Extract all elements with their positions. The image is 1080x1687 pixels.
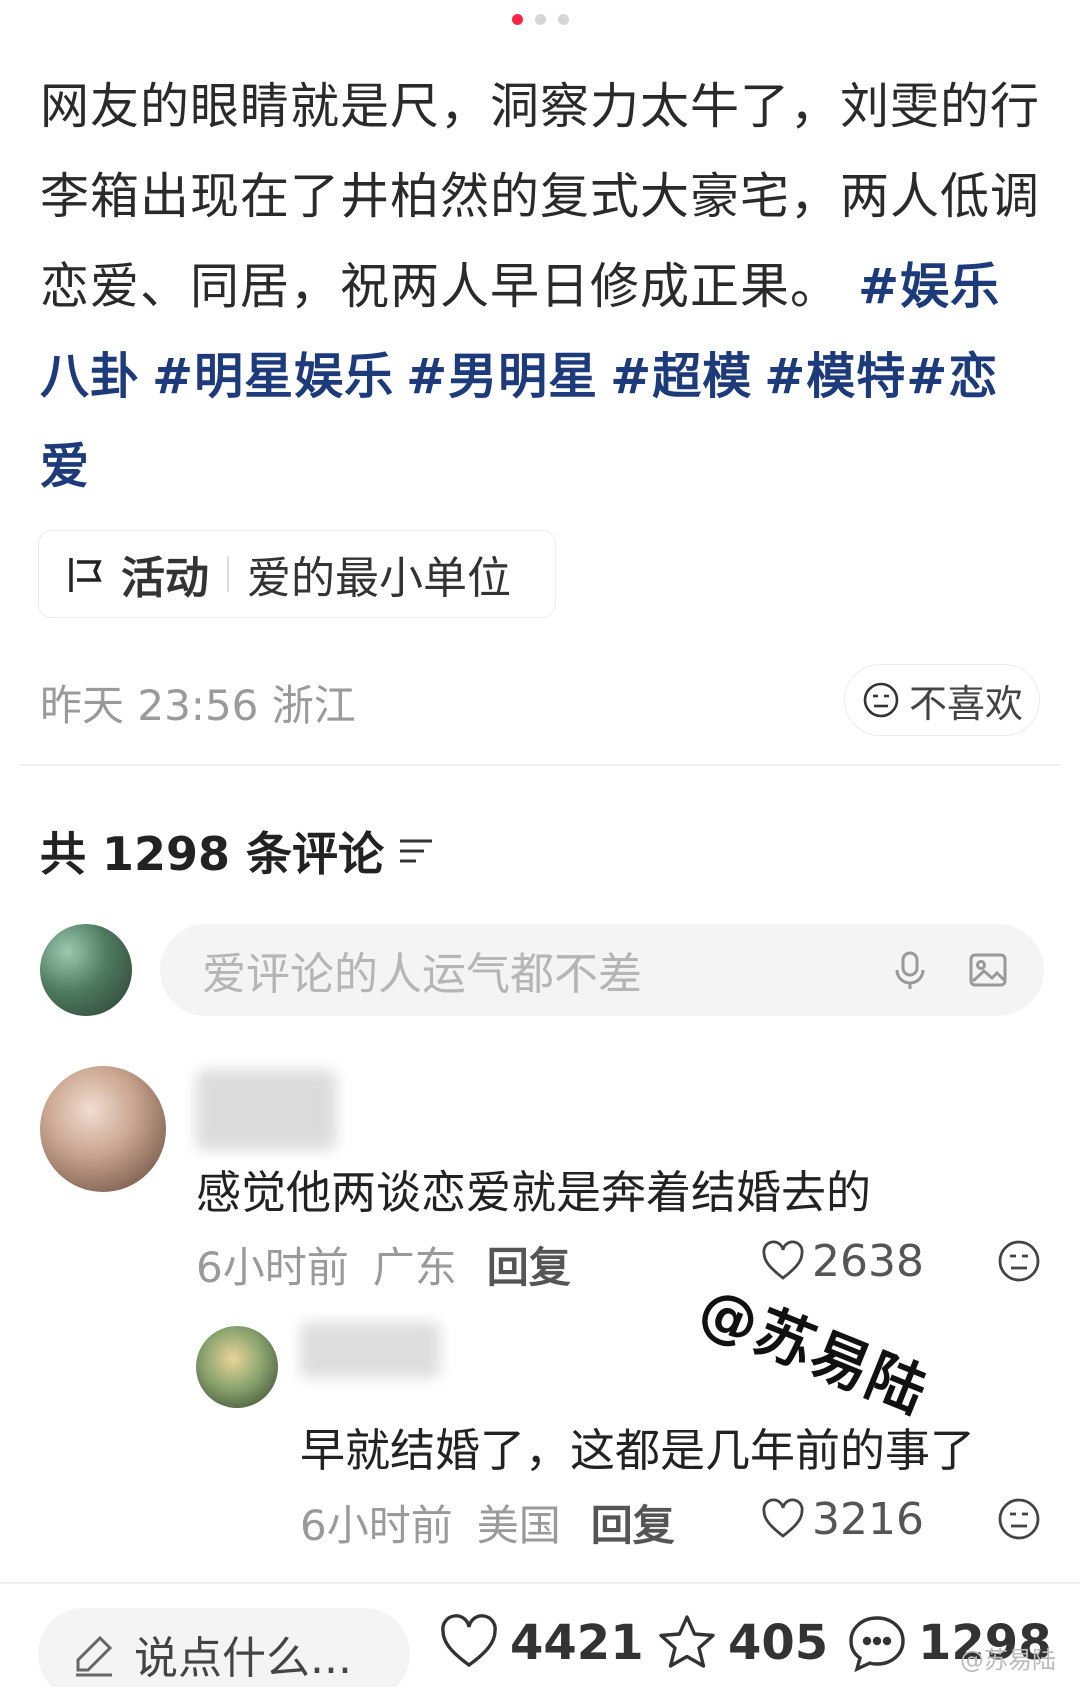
speech-bubble-icon bbox=[849, 1616, 905, 1673]
post-content: 网友的眼睛就是尺，洞察力太牛了，刘雯的行李箱出现在了井柏然的复式大豪宅，两人低调… bbox=[40, 62, 1040, 512]
pencil-icon bbox=[76, 1635, 113, 1677]
comment-like-count: 2638 bbox=[812, 1236, 924, 1287]
comments-count-header: 共 1298 条评论 bbox=[40, 818, 436, 884]
star-icon bbox=[659, 1615, 715, 1668]
post-like-button[interactable]: 4421 bbox=[438, 1612, 644, 1674]
flag-icon bbox=[69, 558, 102, 592]
comment-meta: 6小时前 广东 回复 bbox=[196, 1234, 571, 1295]
reply-avatar[interactable] bbox=[196, 1326, 278, 1408]
reply-button[interactable]: 回复 bbox=[591, 1492, 675, 1553]
activity-label: 活动 bbox=[121, 553, 209, 604]
reply-location: 美国 bbox=[476, 1501, 561, 1550]
image-icon[interactable] bbox=[966, 948, 1010, 992]
hashtag[interactable]: #模特 bbox=[764, 348, 906, 405]
hashtag[interactable]: #男明星 bbox=[406, 348, 598, 405]
my-avatar[interactable] bbox=[40, 924, 132, 1016]
microphone-icon[interactable] bbox=[888, 948, 932, 992]
reply-like-button[interactable]: 3216 bbox=[760, 1494, 924, 1545]
reply-text: 早就结婚了，这都是几年前的事了 bbox=[300, 1424, 976, 1477]
carousel-dot-active[interactable] bbox=[511, 14, 523, 25]
post-time: 昨天 23:56 bbox=[40, 681, 259, 730]
carousel-indicator bbox=[0, 14, 1080, 25]
comment-like-button[interactable]: 2638 bbox=[760, 1236, 924, 1287]
comment-input-placeholder: 爱评论的人运气都不差 bbox=[202, 949, 642, 1000]
reply-time: 6小时前 bbox=[300, 1501, 453, 1550]
hashtag[interactable]: #超模 bbox=[610, 348, 752, 405]
heart-icon bbox=[762, 1498, 804, 1538]
reply-name-blurred bbox=[300, 1322, 440, 1378]
activity-divider bbox=[227, 556, 229, 592]
say-something-input[interactable]: 说点什么... bbox=[38, 1608, 410, 1687]
carousel-dot[interactable] bbox=[534, 14, 546, 25]
comments-count: 共 1298 条评论 bbox=[40, 827, 385, 881]
divider bbox=[20, 764, 1060, 766]
neutral-face-icon[interactable] bbox=[996, 1238, 1042, 1284]
dislike-button[interactable]: 不喜欢 bbox=[844, 664, 1040, 736]
commenter-avatar[interactable] bbox=[40, 1066, 166, 1192]
neutral-face-icon[interactable] bbox=[996, 1496, 1042, 1542]
carousel-dot[interactable] bbox=[557, 14, 569, 25]
post-like-count: 4421 bbox=[510, 1615, 644, 1671]
post-location: 浙江 bbox=[271, 681, 356, 730]
hashtag[interactable]: #明星娱乐 bbox=[152, 348, 394, 405]
reply-like-count: 3216 bbox=[812, 1494, 924, 1545]
heart-icon bbox=[441, 1614, 497, 1668]
activity-chip[interactable]: 活动 爱的最小单位 bbox=[38, 530, 556, 618]
sort-icon[interactable] bbox=[396, 831, 436, 871]
post-meta: 昨天 23:56 浙江 bbox=[40, 672, 356, 733]
comment-location: 广东 bbox=[372, 1243, 457, 1292]
commenter-name-blurred bbox=[196, 1070, 336, 1150]
post-favorite-count: 405 bbox=[728, 1615, 829, 1671]
comment-time: 6小时前 bbox=[196, 1243, 349, 1292]
dislike-label: 不喜欢 bbox=[908, 681, 1023, 726]
heart-icon bbox=[762, 1240, 804, 1280]
post-favorite-button[interactable]: 405 bbox=[656, 1612, 828, 1674]
activity-title: 爱的最小单位 bbox=[247, 553, 511, 604]
reply-meta: 6小时前 美国 回复 bbox=[300, 1492, 675, 1553]
comment-input[interactable]: 爱评论的人运气都不差 bbox=[160, 924, 1044, 1016]
say-something-placeholder: 说点什么... bbox=[134, 1633, 352, 1684]
comment-text: 感觉他两谈恋爱就是奔着结婚去的 bbox=[196, 1166, 872, 1219]
divider bbox=[0, 1582, 1080, 1584]
handwritten-watermark: @苏易陆 bbox=[689, 1274, 938, 1428]
neutral-face-icon bbox=[863, 682, 899, 718]
reply-button[interactable]: 回复 bbox=[487, 1234, 571, 1295]
corner-watermark: @苏易陆 bbox=[960, 1646, 1056, 1674]
